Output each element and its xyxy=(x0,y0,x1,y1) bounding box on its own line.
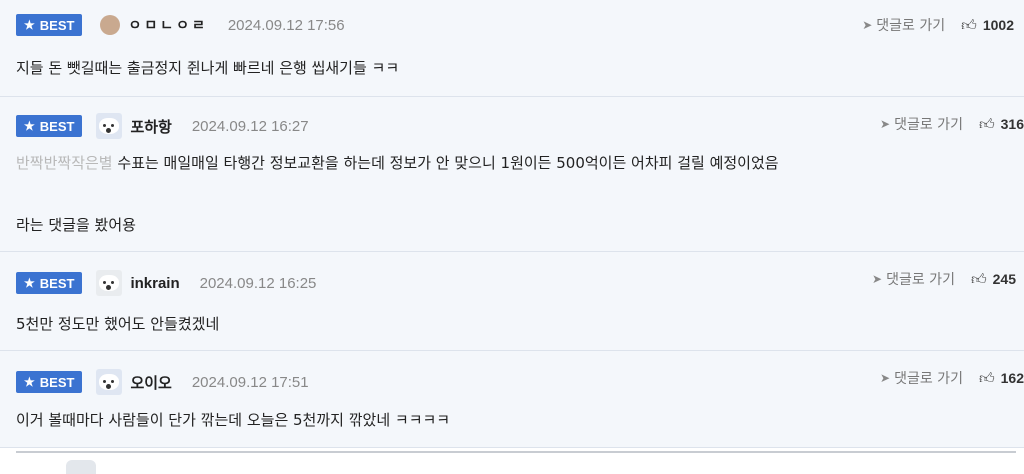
comment-actions: ➤ 댓글로 가기 👍︎ 162 xyxy=(880,368,1024,388)
thumbs-up-icon: 👍︎ xyxy=(978,368,995,387)
avatar[interactable] xyxy=(96,369,123,395)
go-to-reply-link[interactable]: ➤ 댓글로 가기 xyxy=(862,15,945,35)
go-to-reply-link[interactable]: ➤ 댓글로 가기 xyxy=(872,269,955,289)
go-to-reply-label: 댓글로 가기 xyxy=(876,18,946,34)
best-badge-label: BEST xyxy=(39,118,75,134)
like-count: 1002 xyxy=(982,17,1014,33)
send-arrow-icon: ➤ xyxy=(862,18,873,32)
comment-text: 5천만 정도만 했어도 안들켰겠네 xyxy=(16,315,220,333)
avatar[interactable] xyxy=(96,113,123,139)
best-badge: ★ BEST xyxy=(16,371,83,393)
thumbs-up-icon: 👍︎ xyxy=(970,269,987,288)
go-to-reply-link[interactable]: ➤ 댓글로 가기 xyxy=(880,368,963,388)
go-to-reply-label: 댓글로 가기 xyxy=(894,371,963,387)
comment-meta: ★ BEST 포하항 2024.09.12 16:27 xyxy=(16,113,309,139)
comment-nickname[interactable]: inkrain xyxy=(130,275,179,292)
best-badge-label: BEST xyxy=(39,17,75,33)
comment-item: ★ BEST ㅇㅁㄴㅇㄹ 2024.09.12 17:56 ➤ 댓글로 가기 👍… xyxy=(0,0,1024,97)
send-arrow-icon: ➤ xyxy=(880,117,891,131)
comment-actions: ➤ 댓글로 가기 👍︎ 245 xyxy=(872,269,1016,289)
comment-text-second-line: 라는 댓글을 봤어용 xyxy=(16,216,136,234)
mention-nickname[interactable]: 반짝반짝작은별 xyxy=(16,154,113,172)
comment-text: 반짝반짝작은별 수표는 매일매일 타행간 정보교환을 하는데 정보가 안 맞으니… xyxy=(16,152,779,174)
star-icon: ★ xyxy=(24,375,35,389)
star-icon: ★ xyxy=(24,119,35,133)
best-badge: ★ BEST xyxy=(16,272,83,294)
avatar[interactable] xyxy=(96,270,123,296)
comment-actions: ➤ 댓글로 가기 👍︎ 316 xyxy=(880,114,1024,134)
comment-meta: ★ BEST 오이오 2024.09.12 17:51 xyxy=(16,369,309,395)
comment-text: 이거 볼때마다 사람들이 단가 깎는데 오늘은 5천까지 깎았네 ㅋㅋㅋㅋ xyxy=(16,411,451,429)
comment-meta: ★ BEST ㅇㅁㄴㅇㄹ 2024.09.12 17:56 xyxy=(16,12,345,38)
thumbs-up-icon: 👍︎ xyxy=(961,15,977,34)
thumbs-up-icon: 👍︎ xyxy=(978,114,995,133)
comment-date: 2024.09.12 16:27 xyxy=(191,117,309,135)
go-to-reply-label: 댓글로 가기 xyxy=(886,272,955,288)
comment-item: ★ BEST inkrain 2024.09.12 16:25 ➤ 댓글로 가기… xyxy=(0,252,1024,351)
like-button[interactable]: 👍︎ 162 xyxy=(979,369,1024,388)
send-arrow-icon: ➤ xyxy=(880,371,891,385)
best-badge: ★ BEST xyxy=(16,115,83,137)
comment-text-main: 수표는 매일매일 타행간 정보교환을 하는데 정보가 안 맞으니 1원이든 50… xyxy=(117,154,779,172)
best-badge: ★ BEST xyxy=(16,14,83,36)
like-count: 316 xyxy=(1000,116,1024,132)
like-count: 162 xyxy=(1000,370,1024,386)
comment-actions: ➤ 댓글로 가기 👍︎ 1002 xyxy=(862,15,1014,35)
comment-nickname[interactable]: 포하항 xyxy=(130,116,171,137)
send-arrow-icon: ➤ xyxy=(872,272,883,286)
star-icon: ★ xyxy=(24,18,35,32)
go-to-reply-label: 댓글로 가기 xyxy=(894,117,963,133)
avatar xyxy=(66,460,96,474)
comment-date: 2024.09.12 17:56 xyxy=(227,16,345,34)
section-divider xyxy=(16,451,1016,453)
like-count: 245 xyxy=(992,271,1016,287)
like-button[interactable]: 👍︎ 1002 xyxy=(961,16,1014,35)
comment-item: ★ BEST 오이오 2024.09.12 17:51 ➤ 댓글로 가기 👍︎ … xyxy=(0,351,1024,448)
comment-date: 2024.09.12 16:25 xyxy=(199,274,317,292)
comment-nickname[interactable]: ㅇㅁㄴㅇㄹ xyxy=(128,15,207,35)
comment-date: 2024.09.12 17:51 xyxy=(191,373,309,391)
comment-item: ★ BEST 포하항 2024.09.12 16:27 ➤ 댓글로 가기 👍︎ … xyxy=(0,97,1024,252)
best-badge-label: BEST xyxy=(39,275,75,291)
like-button[interactable]: 👍︎ 316 xyxy=(979,115,1024,134)
comment-nickname[interactable]: 오이오 xyxy=(130,372,171,393)
like-button[interactable]: 👍︎ 245 xyxy=(971,270,1016,289)
go-to-reply-link[interactable]: ➤ 댓글로 가기 xyxy=(880,114,963,134)
avatar[interactable] xyxy=(100,15,121,35)
best-badge-label: BEST xyxy=(39,374,75,390)
comment-text: 지들 돈 뺏길때는 출금정지 쥔나게 빠르네 은행 씹새기들 ㅋㅋ xyxy=(16,59,400,77)
comment-meta: ★ BEST inkrain 2024.09.12 16:25 xyxy=(16,270,316,296)
star-icon: ★ xyxy=(24,276,35,290)
